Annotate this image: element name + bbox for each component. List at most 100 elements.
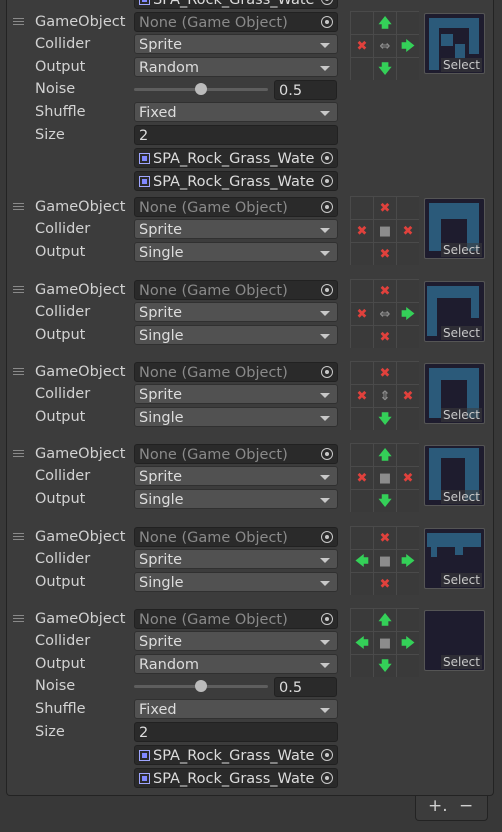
neighbor-cell[interactable] — [397, 362, 419, 384]
neighbor-cell[interactable]: 🡄 — [351, 550, 373, 572]
neighbor-cell[interactable]: ✖ — [397, 220, 419, 242]
drag-handle[interactable] — [13, 368, 24, 377]
neighbor-cell[interactable] — [397, 243, 419, 265]
gameobject-field[interactable]: None (Game Object) — [134, 280, 338, 300]
select-label[interactable]: Select — [440, 408, 482, 422]
neighbor-cell[interactable]: 🡄 — [351, 632, 373, 654]
select-label[interactable]: Select — [440, 58, 482, 72]
neighbor-cell[interactable] — [351, 58, 373, 80]
neighbor-cell[interactable] — [351, 490, 373, 512]
neighbor-cell[interactable]: ✖ — [351, 303, 373, 325]
output-dropdown[interactable]: Single — [134, 407, 338, 427]
neighbor-cell[interactable]: 🡇 — [374, 408, 396, 430]
object-picker-icon[interactable] — [321, 175, 333, 187]
sprite-preview[interactable]: Select — [424, 610, 485, 671]
neighbor-cell[interactable]: ✖ — [351, 35, 373, 57]
neighbor-cell[interactable]: ✖ — [374, 280, 396, 302]
neighbor-cell[interactable] — [397, 444, 419, 466]
sprite-field[interactable]: SPA_Rock_Grass_Wate — [134, 0, 338, 9]
object-picker-icon[interactable] — [321, 0, 333, 5]
add-rule-button[interactable]: +. — [428, 796, 448, 816]
neighbor-grid[interactable]: 🡅 ✖ ⇔ 🡆 🡇 — [350, 11, 419, 80]
sprite-preview[interactable]: Select — [424, 281, 485, 342]
object-picker-icon[interactable] — [321, 749, 333, 761]
neighbor-cell[interactable]: ⇕ — [374, 385, 396, 407]
sprite-preview[interactable]: Select — [424, 363, 485, 424]
neighbor-cell[interactable]: ■ — [374, 467, 396, 489]
neighbor-cell[interactable] — [351, 243, 373, 265]
object-picker-icon[interactable] — [321, 152, 333, 164]
collider-dropdown[interactable]: Sprite — [134, 549, 338, 569]
output-dropdown[interactable]: Single — [134, 242, 338, 262]
object-picker-icon[interactable] — [321, 772, 333, 784]
neighbor-cell[interactable]: 🡆 — [397, 632, 419, 654]
drag-handle[interactable] — [13, 18, 24, 27]
remove-rule-button[interactable]: − — [459, 796, 473, 816]
collider-dropdown[interactable]: Sprite — [134, 384, 338, 404]
select-label[interactable]: Select — [440, 243, 482, 257]
neighbor-cell[interactable] — [351, 609, 373, 631]
drag-handle[interactable] — [13, 533, 24, 542]
select-label[interactable]: Select — [440, 490, 482, 504]
neighbor-cell[interactable]: ✖ — [374, 527, 396, 549]
neighbor-cell[interactable]: 🡅 — [374, 444, 396, 466]
output-dropdown[interactable]: Random — [134, 57, 338, 77]
size-field[interactable]: 2 — [134, 125, 338, 145]
neighbor-cell[interactable] — [351, 527, 373, 549]
neighbor-cell[interactable] — [351, 444, 373, 466]
size-field[interactable]: 2 — [134, 722, 338, 742]
neighbor-cell[interactable]: ✖ — [397, 467, 419, 489]
sprite-preview[interactable]: Select — [424, 198, 485, 259]
neighbor-grid[interactable]: 🡅 ✖ ■ ✖ 🡇 — [350, 443, 419, 512]
select-label[interactable]: Select — [440, 655, 482, 669]
output-dropdown[interactable]: Single — [134, 572, 338, 592]
neighbor-cell[interactable]: ✖ — [351, 467, 373, 489]
object-picker-icon[interactable] — [321, 366, 333, 378]
sprite-field[interactable]: SPA_Rock_Grass_Wate — [134, 768, 338, 788]
collider-dropdown[interactable]: Sprite — [134, 302, 338, 322]
neighbor-cell[interactable]: ⇔ — [374, 303, 396, 325]
sprite-field[interactable]: SPA_Rock_Grass_Wate — [134, 171, 338, 191]
neighbor-cell[interactable] — [397, 326, 419, 348]
drag-handle[interactable] — [13, 203, 24, 212]
neighbor-cell[interactable]: ⇔ — [374, 35, 396, 57]
neighbor-cell[interactable] — [397, 490, 419, 512]
shuffle-dropdown[interactable]: Fixed — [134, 699, 338, 719]
sprite-preview[interactable]: Select — [424, 445, 485, 506]
neighbor-cell[interactable]: 🡆 — [397, 303, 419, 325]
neighbor-cell[interactable] — [351, 197, 373, 219]
neighbor-cell[interactable] — [397, 12, 419, 34]
neighbor-cell[interactable]: 🡇 — [374, 655, 396, 677]
neighbor-cell[interactable] — [397, 197, 419, 219]
shuffle-dropdown[interactable]: Fixed — [134, 102, 338, 122]
neighbor-grid[interactable]: ✖ ✖ ⇔ 🡆 ✖ — [350, 279, 419, 348]
neighbor-cell[interactable] — [351, 573, 373, 595]
select-label[interactable]: Select — [440, 573, 482, 587]
neighbor-cell[interactable] — [397, 527, 419, 549]
neighbor-grid[interactable]: ✖ ✖ ⇕ ✖ 🡇 — [350, 361, 419, 430]
gameobject-field[interactable]: None (Game Object) — [134, 444, 338, 464]
neighbor-cell[interactable] — [351, 362, 373, 384]
collider-dropdown[interactable]: Sprite — [134, 219, 338, 239]
object-picker-icon[interactable] — [321, 201, 333, 213]
gameobject-field[interactable]: None (Game Object) — [134, 609, 338, 629]
output-dropdown[interactable]: Single — [134, 325, 338, 345]
sprite-preview[interactable]: Select — [424, 528, 485, 589]
gameobject-field[interactable]: None (Game Object) — [134, 527, 338, 547]
neighbor-cell[interactable]: ✖ — [351, 385, 373, 407]
output-dropdown[interactable]: Random — [134, 654, 338, 674]
neighbor-cell[interactable]: ✖ — [374, 243, 396, 265]
object-picker-icon[interactable] — [321, 284, 333, 296]
noise-slider-knob[interactable] — [195, 680, 207, 692]
neighbor-grid[interactable]: 🡅 🡄 ■ 🡆 🡇 — [350, 608, 419, 677]
noise-slider-knob[interactable] — [195, 83, 207, 95]
neighbor-cell[interactable] — [351, 280, 373, 302]
neighbor-cell[interactable] — [397, 609, 419, 631]
noise-value-field[interactable]: 0.5 — [274, 677, 337, 697]
neighbor-cell[interactable]: 🡅 — [374, 12, 396, 34]
drag-handle[interactable] — [13, 450, 24, 459]
object-picker-icon[interactable] — [321, 613, 333, 625]
neighbor-cell[interactable] — [397, 280, 419, 302]
sprite-field[interactable]: SPA_Rock_Grass_Wate — [134, 745, 338, 765]
object-picker-icon[interactable] — [321, 531, 333, 543]
